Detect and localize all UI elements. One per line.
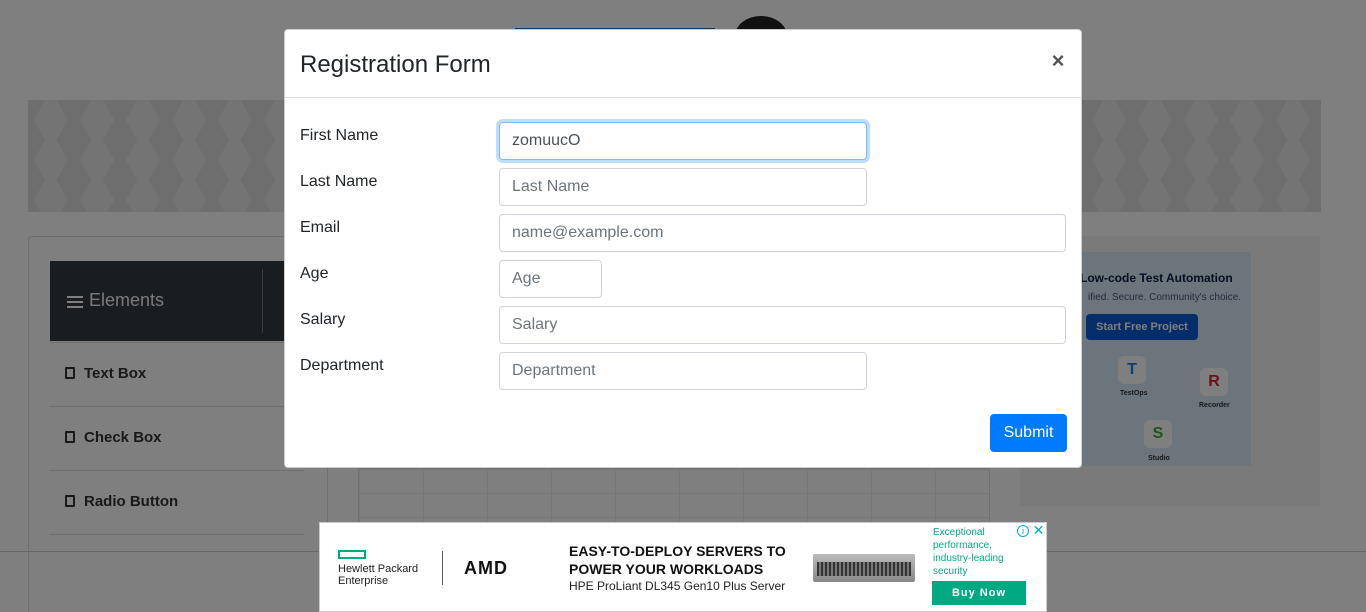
first-name-label: First Name [300,127,379,144]
amd-logo: AMD [464,558,508,578]
first-name-input[interactable] [499,122,867,160]
buy-now-button[interactable]: Buy Now [932,581,1026,605]
modal-header: Registration Form × [285,30,1081,98]
ad-model: HPE ProLiant DL345 Gen10 Plus Server [569,579,786,593]
ad-info-icon[interactable]: i [1017,525,1029,537]
server-grill [817,562,911,576]
brand-divider [442,551,443,585]
email-input[interactable] [499,214,1066,252]
ad-close-icon[interactable]: ✕ [1031,523,1046,538]
modal-title: Registration Form [300,51,491,78]
hpe-logo-icon [338,550,366,559]
last-name-label: Last Name [300,173,378,190]
hpe-brand: Hewlett Packard Enterprise [338,563,419,587]
close-button[interactable]: × [1045,47,1071,75]
department-label: Department [300,357,384,374]
age-input[interactable] [499,260,602,298]
submit-button[interactable]: Submit [990,414,1067,452]
bottom-ad-banner[interactable]: Hewlett Packard Enterprise AMD EASY-TO-D… [319,522,1047,612]
department-input[interactable] [499,352,867,390]
last-name-input[interactable] [499,168,867,206]
ad-headline: EASY-TO-DEPLOY SERVERS TO POWER YOUR WOR… [569,543,786,577]
ad-tagline: Exceptional performance, industry-leadin… [933,527,1004,577]
salary-input[interactable] [499,306,1066,344]
email-label: Email [300,219,341,236]
server-image [813,554,915,582]
registration-modal: Registration Form × First Name Last Name… [284,29,1082,468]
salary-label: Salary [300,311,346,328]
age-label: Age [300,265,329,282]
